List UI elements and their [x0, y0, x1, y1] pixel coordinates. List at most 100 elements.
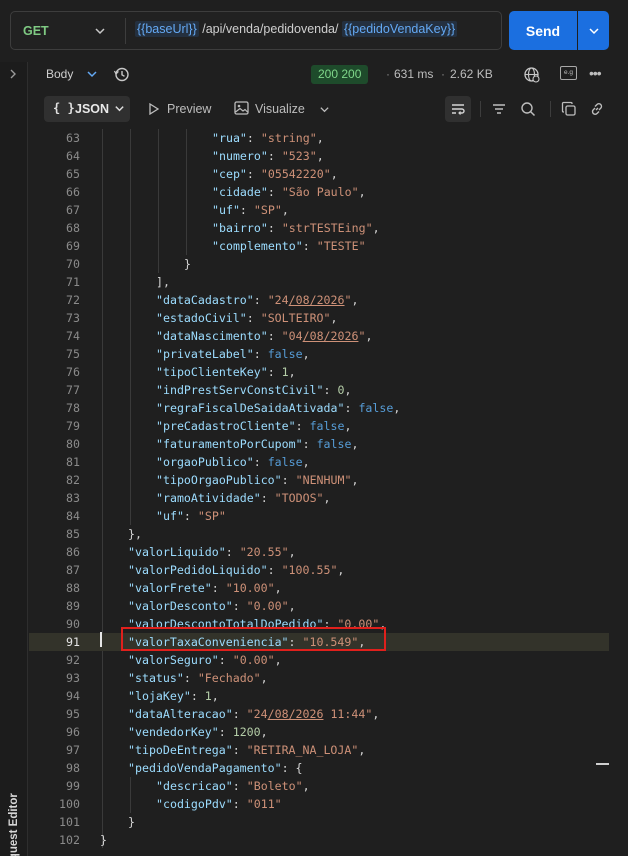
scrollbar-thumb[interactable] — [596, 763, 609, 765]
code-token: "Boleto" — [246, 779, 303, 793]
link-icon[interactable] — [589, 101, 605, 117]
code-line: 78 "regraFiscalDeSaidaAtivada": false, — [29, 399, 609, 417]
code-line: 101} — [29, 813, 609, 831]
body-tab[interactable]: Body — [46, 67, 73, 81]
code-line: 72 "dataCadastro": "24/08/2026", — [29, 291, 609, 309]
code-token: : — [267, 365, 282, 379]
http-method-select[interactable]: GET — [23, 24, 49, 38]
code-token: "Fechado" — [197, 671, 261, 685]
code-token: : — [232, 743, 247, 757]
code-token: : — [211, 581, 226, 595]
code-line: 71], — [29, 273, 609, 291]
code-line: 74 "dataNascimento": "04/08/2026", — [29, 327, 609, 345]
history-icon[interactable] — [113, 66, 130, 83]
code-token: : — [246, 167, 261, 181]
copy-icon[interactable] — [561, 101, 577, 117]
code-token: "TODOS" — [274, 491, 324, 505]
example-icon[interactable]: e.g — [560, 66, 577, 80]
code-token: "status" — [128, 671, 184, 685]
code-line: 92 "valorSeguro": "0.00", — [29, 651, 609, 669]
code-text: } — [100, 831, 107, 848]
line-number: 86 — [66, 545, 80, 559]
url-variable-pedido-venda-key[interactable]: {{pedidoVendaKey}} — [341, 21, 458, 37]
code-token: "estadoCivil" — [156, 311, 247, 325]
code-token: , — [260, 725, 268, 739]
code-token: /08/2026 — [302, 329, 359, 343]
code-token: "tipoDeEntrega" — [128, 743, 233, 757]
chevron-down-icon[interactable] — [94, 25, 106, 37]
url-input[interactable]: {{baseUrl}} /api/venda/pedidovenda/ {{pe… — [135, 21, 458, 37]
request-editor-label[interactable]: Request Editor — [8, 793, 20, 856]
search-icon[interactable] — [520, 101, 536, 117]
code-token: "descricao" — [156, 779, 233, 793]
chevron-right-icon[interactable] — [7, 68, 19, 80]
line-number: 80 — [66, 437, 80, 451]
response-toolbar: { } JSON Preview Visualize — [29, 94, 628, 126]
filter-icon[interactable] — [491, 101, 507, 117]
code-token: : — [267, 221, 282, 235]
code-text: "valorLiquido": "20.55", — [128, 543, 296, 561]
url-divider — [125, 18, 126, 44]
code-token: : — [267, 185, 282, 199]
line-number: 73 — [66, 311, 80, 325]
code-token: "24 — [267, 293, 289, 307]
code-token: : — [323, 383, 338, 397]
globe-icon[interactable] — [523, 66, 540, 83]
line-number: 68 — [66, 221, 80, 235]
code-token: "privateLabel" — [156, 347, 254, 361]
code-token: : — [253, 347, 268, 361]
code-token: : — [232, 779, 247, 793]
line-number: 76 — [66, 365, 80, 379]
code-text: "valorFrete": "10.00", — [128, 579, 282, 597]
line-number: 84 — [66, 509, 80, 523]
code-line: 75 "privateLabel": false, — [29, 345, 609, 363]
line-number: 95 — [66, 707, 80, 721]
code-text: ], — [156, 273, 170, 291]
code-token: "strTESTEing" — [281, 221, 373, 235]
code-token: false — [267, 347, 303, 361]
send-button[interactable]: Send — [509, 11, 577, 50]
response-body-editor[interactable]: 102} 101} 100 "codigoPdv": "011" 99 "descrica… — [29, 128, 609, 848]
line-number: 83 — [66, 491, 80, 505]
code-token: "dataCadastro" — [156, 293, 254, 307]
code-line: 95 "dataAlteracao": "24/08/2026 11:44", — [29, 705, 609, 723]
json-format-button[interactable]: { } JSON — [44, 96, 130, 122]
url-variable-base-url[interactable]: {{baseUrl}} — [135, 21, 199, 37]
code-text: "uf": "SP", — [212, 201, 289, 219]
code-token: : — [246, 131, 261, 145]
code-token: "RETIRA_NA_LOJA" — [246, 743, 359, 757]
code-text: "estadoCivil": "SOLTEIRO", — [156, 309, 338, 327]
wrap-lines-button[interactable] — [445, 96, 471, 122]
code-token: /08/2026 — [267, 707, 324, 721]
code-line: 65 "cep": "05542220", — [29, 165, 609, 183]
chevron-down-icon — [588, 27, 599, 34]
code-token: : — [253, 293, 268, 307]
code-token: : — [267, 329, 282, 343]
chevron-down-icon[interactable] — [86, 68, 98, 80]
line-number: 70 — [66, 257, 80, 271]
code-text: "tipoDeEntrega": "RETIRA_NA_LOJA", — [128, 741, 365, 759]
chevron-down-icon[interactable] — [319, 104, 330, 115]
code-text: "preCadastroCliente": false, — [156, 417, 351, 435]
json-icon: { } — [53, 101, 75, 115]
code-text: "pedidoVendaPagamento": { — [128, 759, 303, 777]
send-options-button[interactable] — [578, 11, 609, 50]
line-number: 72 — [66, 293, 80, 307]
preview-tab[interactable]: Preview — [167, 102, 211, 116]
request-editor-sidebar: Request Editor — [0, 62, 28, 856]
code-token: , — [302, 455, 310, 469]
code-token: , — [288, 599, 296, 613]
code-token: "São Paulo" — [281, 185, 359, 199]
image-icon[interactable] — [234, 101, 249, 115]
play-icon[interactable] — [148, 103, 159, 115]
code-token: , — [351, 473, 359, 487]
code-token: "uf" — [156, 509, 184, 523]
code-line: 94 "lojaKey": 1, — [29, 687, 609, 705]
code-token: 1200 — [232, 725, 261, 739]
more-icon[interactable]: ••• — [589, 65, 602, 81]
code-token: "numero" — [212, 149, 268, 163]
line-number: 81 — [66, 455, 80, 469]
code-line: 63 "rua": "string", — [29, 129, 609, 147]
url-bar[interactable]: GET {{baseUrl}} /api/venda/pedidovenda/ … — [10, 11, 502, 50]
visualize-tab[interactable]: Visualize — [255, 102, 305, 116]
